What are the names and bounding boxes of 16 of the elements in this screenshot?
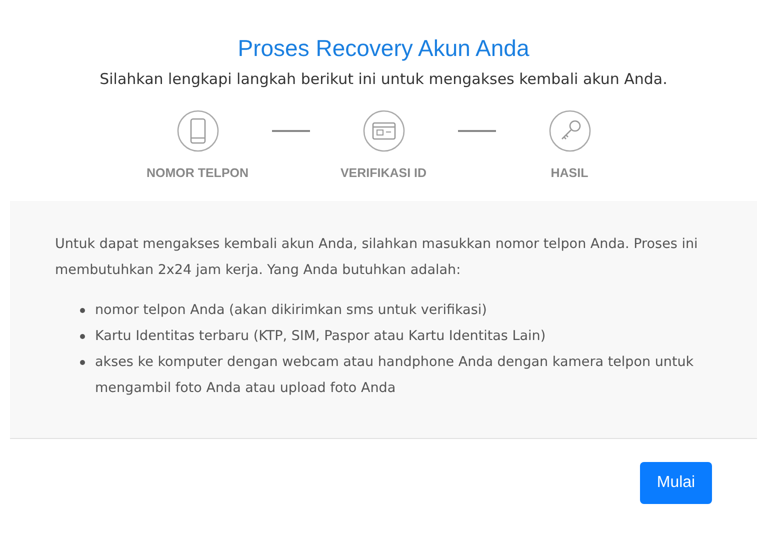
bullet-icon: [80, 360, 85, 365]
requirement-item: Kartu Identitas terbaru (KTP, SIM, Paspor atau Kartu Identitas Lain): [95, 326, 546, 346]
phone-icon: [176, 110, 218, 152]
key-icon: [548, 110, 590, 152]
subtitle: Silahkan lengkapi langkah berikut ini untuk mengakses kembali akun Anda.: [100, 69, 668, 90]
bullet-icon: [80, 334, 85, 339]
requirement-item: akses ke komputer dengan webcam atau handphone Anda dengan kamera telpon untuk mengambil foto Anda atau upload foto Anda: [95, 352, 695, 398]
requirement-item: nomor telpon Anda (akan dikirimkan sms untuk verifikasi): [95, 300, 487, 320]
start-button[interactable]: Mulai: [640, 462, 712, 504]
step-label: VERIFIKASI ID: [340, 165, 427, 182]
intro-text: Untuk dapat mengakses kembali akun Anda, silahkan masukkan nomor telpon Anda. Proses ini membutuhkan 2x24 jam kerja. Yang Anda butuhkan adalah:: [55, 234, 699, 280]
id-card-icon: [362, 110, 404, 152]
step-label: NOMOR TELPON: [146, 165, 249, 182]
bullet-icon: [80, 308, 85, 313]
page-title: Proses Recovery Akun Anda: [238, 34, 530, 63]
step-label: HASIL: [550, 165, 588, 182]
